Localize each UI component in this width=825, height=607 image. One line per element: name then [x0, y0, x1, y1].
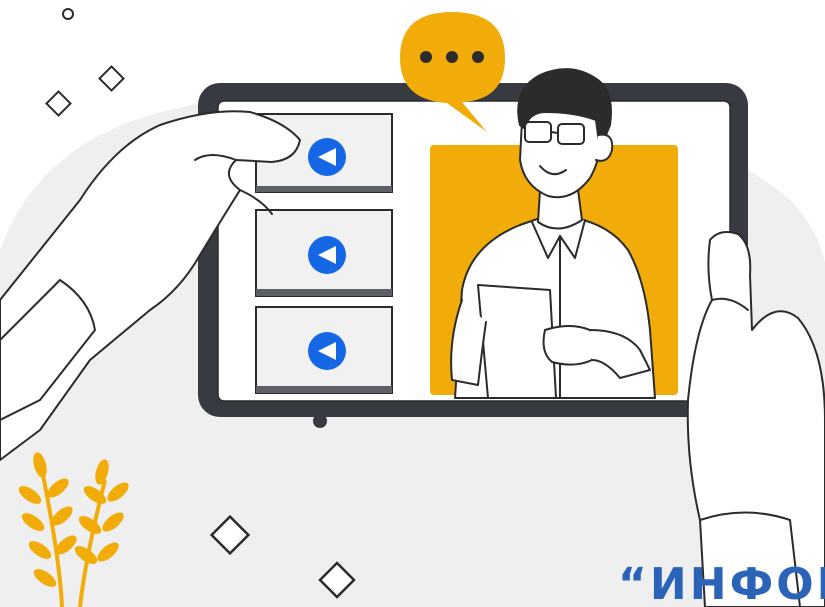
- caption-text: “ИНФОР: [618, 559, 825, 607]
- tablet-button: [313, 414, 327, 428]
- video-thumbnail[interactable]: [255, 209, 393, 297]
- diamond-icon: [45, 90, 72, 117]
- video-thumbnail[interactable]: [255, 306, 393, 394]
- video-lesson-illustration: [0, 8, 825, 607]
- circle-icon: [62, 8, 74, 20]
- illustration-scene: “ИНФОР: [0, 0, 825, 607]
- diamond-icon: [98, 65, 125, 92]
